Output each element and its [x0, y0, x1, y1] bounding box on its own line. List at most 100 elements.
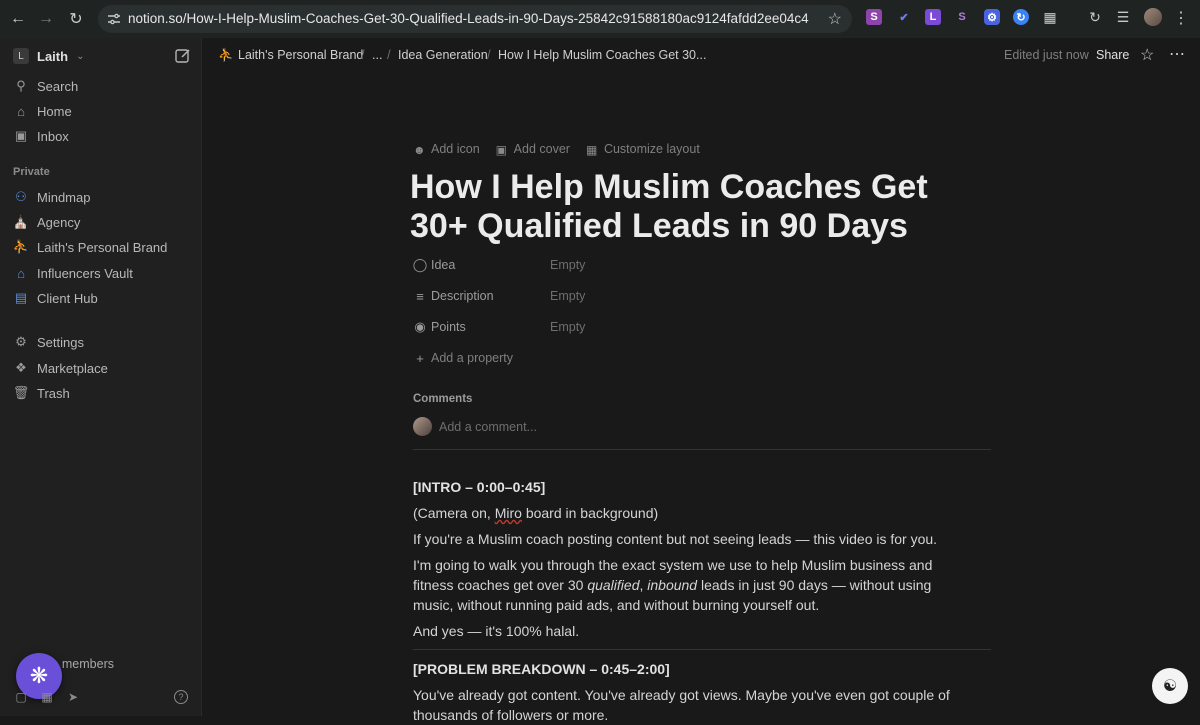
- property-idea[interactable]: ◯ Idea Empty: [412, 257, 586, 272]
- sidebar-item-marketplace[interactable]: ❖ Marketplace: [13, 358, 108, 378]
- share-button[interactable]: Share: [1096, 48, 1129, 62]
- property-value[interactable]: Empty: [550, 258, 585, 272]
- property-label: Idea: [431, 258, 456, 272]
- sidebar-item-label: Inbox: [37, 128, 69, 144]
- sidebar-item-label: Settings: [37, 334, 84, 350]
- problem-heading[interactable]: [PROBLEM BREAKDOWN – 0:45–2:00]: [413, 659, 973, 679]
- workspace-badge: L: [13, 48, 29, 64]
- browser-menu-icon[interactable]: ⋮: [1172, 8, 1190, 28]
- chevron-down-icon: ⌄: [76, 50, 85, 62]
- sidebar-item-label: Trash: [37, 385, 70, 401]
- edited-status: Edited just now: [1004, 48, 1089, 62]
- sidebar-item-inbox[interactable]: ▣ Inbox: [13, 126, 69, 146]
- breadcrumb-ellipsis[interactable]: ...: [372, 48, 382, 62]
- extension-l-icon[interactable]: L: [925, 9, 941, 25]
- intro-heading[interactable]: [INTRO – 0:00–0:45]: [413, 477, 973, 497]
- paragraph-4[interactable]: You've already got content. You've alrea…: [413, 685, 973, 725]
- address-bar[interactable]: notion.so/How-I-Help-Muslim-Coaches-Get-…: [98, 5, 852, 33]
- home-icon: ⌂: [17, 103, 25, 119]
- customize-layout-button[interactable]: ▦ Customize layout: [585, 142, 700, 157]
- add-property-label: Add a property: [431, 351, 513, 365]
- browser-toolbar: ← → ↻ notion.so/How-I-Help-Muslim-Coache…: [0, 0, 1200, 38]
- breadcrumb-separator: /: [387, 47, 391, 62]
- paragraph-1[interactable]: If you're a Muslim coach posting content…: [413, 529, 973, 549]
- breadcrumb-current-page[interactable]: How I Help Muslim Coaches Get 30...: [498, 48, 706, 62]
- page-content: ☻ Add icon ▣ Add cover ▦ Customize layou…: [203, 74, 1200, 723]
- bank-icon: ⌂: [17, 265, 25, 281]
- extension-s-icon[interactable]: S: [866, 9, 882, 25]
- forward-arrow-icon[interactable]: →: [34, 7, 58, 31]
- sidebar-item-label: Influencers Vault: [37, 265, 133, 281]
- property-description[interactable]: ≡ Description Empty: [413, 288, 585, 304]
- calendar-icon[interactable]: ▦: [40, 690, 54, 704]
- inbox-icon: ▣: [14, 128, 28, 143]
- plus-icon: +: [416, 350, 424, 366]
- sidebar-item-search[interactable]: ⚲ Search: [13, 76, 78, 96]
- sidebar-item-label: Client Hub: [37, 290, 98, 306]
- extension-s2-icon[interactable]: S: [954, 9, 970, 25]
- add-property-button[interactable]: + Add a property: [413, 350, 513, 366]
- camera-note[interactable]: (Camera on, Miro board in background): [413, 503, 973, 523]
- sidebar-item-influencers-vault[interactable]: ⌂ Influencers Vault: [13, 263, 133, 283]
- page-actions: ☻ Add icon ▣ Add cover ▦ Customize layou…: [413, 142, 700, 157]
- new-page-icon[interactable]: [174, 47, 192, 65]
- text-lines-icon: ≡: [416, 288, 424, 304]
- reload-icon[interactable]: ↻: [64, 7, 88, 31]
- sidebar-item-settings[interactable]: ⚙ Settings: [13, 332, 84, 352]
- profile-avatar[interactable]: [1144, 8, 1162, 26]
- more-options-icon[interactable]: ⋯: [1169, 44, 1186, 64]
- sidebar-item-label: Agency: [37, 214, 81, 230]
- trash-icon: 🗑: [12, 385, 30, 400]
- comment-input-row[interactable]: Add a comment...: [413, 417, 537, 436]
- lightbulb-icon: ◯: [412, 257, 428, 272]
- property-value[interactable]: Empty: [550, 289, 585, 303]
- sidebar-item-label: Marketplace: [37, 360, 108, 376]
- sidebar-item-personal-brand[interactable]: ⛹ Laith's Personal Brand: [13, 237, 168, 257]
- workspace-switcher[interactable]: L Laith ⌄: [13, 48, 84, 64]
- breadcrumb-separator: /: [361, 47, 365, 62]
- property-label: Description: [431, 289, 494, 303]
- marketplace-icon: ❖: [15, 360, 27, 375]
- page-title[interactable]: How I Help Muslim Coaches Get 30+ Qualif…: [410, 168, 990, 246]
- notion-mail-icon[interactable]: ▢: [14, 690, 28, 704]
- add-icon-button[interactable]: ☻ Add icon: [413, 142, 480, 157]
- extension-gear-icon[interactable]: ⚙: [984, 9, 1000, 25]
- help-float-icon[interactable]: ☯: [1152, 668, 1188, 704]
- bookmark-star-icon[interactable]: ☆: [828, 9, 842, 29]
- add-cover-button[interactable]: ▣ Add cover: [496, 142, 570, 157]
- page-topbar: ⛹ Laith's Personal Brand / ... / Idea Ge…: [203, 38, 1200, 74]
- update-icon[interactable]: ↻: [1086, 8, 1104, 26]
- breadcrumb-personal-brand[interactable]: Laith's Personal Brand: [238, 48, 363, 62]
- send-icon[interactable]: ➤: [66, 690, 80, 704]
- comment-input[interactable]: Add a comment...: [439, 420, 537, 434]
- property-points[interactable]: ◉ Points Empty: [413, 319, 585, 334]
- layout-icon: ▦: [585, 142, 598, 157]
- sidebar-item-mindmap[interactable]: ⚇ Mindmap: [13, 187, 90, 207]
- sidebar-item-home[interactable]: ⌂ Home: [13, 101, 72, 121]
- site-settings-icon[interactable]: [106, 11, 122, 27]
- extension-check-icon[interactable]: ✔: [896, 9, 912, 25]
- media-controls-icon[interactable]: ☰: [1114, 8, 1132, 26]
- breadcrumb-separator: /: [487, 47, 491, 62]
- walking-person-icon: ⛹: [218, 48, 234, 62]
- people-icon: ⚇: [15, 189, 27, 204]
- sidebar-item-client-hub[interactable]: ▤ Client Hub: [13, 288, 98, 308]
- camera-note-text: board in background): [521, 505, 659, 521]
- property-value[interactable]: Empty: [550, 320, 585, 334]
- sidebar-item-label: Mindmap: [37, 189, 91, 205]
- workspace-name: Laith: [37, 48, 69, 64]
- back-arrow-icon[interactable]: ←: [6, 7, 30, 31]
- sidebar-item-agency[interactable]: ⛪ Agency: [13, 212, 80, 232]
- customize-layout-label: Customize layout: [603, 142, 700, 156]
- add-cover-label: Add cover: [513, 142, 570, 156]
- paragraph-3[interactable]: And yes — it's 100% halal.: [413, 621, 973, 641]
- extensions-puzzle-icon[interactable]: ▦: [1041, 8, 1059, 26]
- url-text[interactable]: notion.so/How-I-Help-Muslim-Coaches-Get-…: [128, 11, 809, 26]
- favorite-star-icon[interactable]: ☆: [1140, 45, 1154, 65]
- camera-note-text: (Camera on,: [413, 505, 495, 521]
- extension-sync-icon[interactable]: ↻: [1013, 9, 1029, 25]
- sidebar-item-trash[interactable]: 🗑 Trash: [13, 383, 70, 403]
- help-icon[interactable]: ?: [174, 690, 188, 704]
- paragraph-2[interactable]: I'm going to walk you through the exact …: [413, 555, 973, 615]
- breadcrumb-idea-generation[interactable]: Idea Generation: [398, 48, 488, 62]
